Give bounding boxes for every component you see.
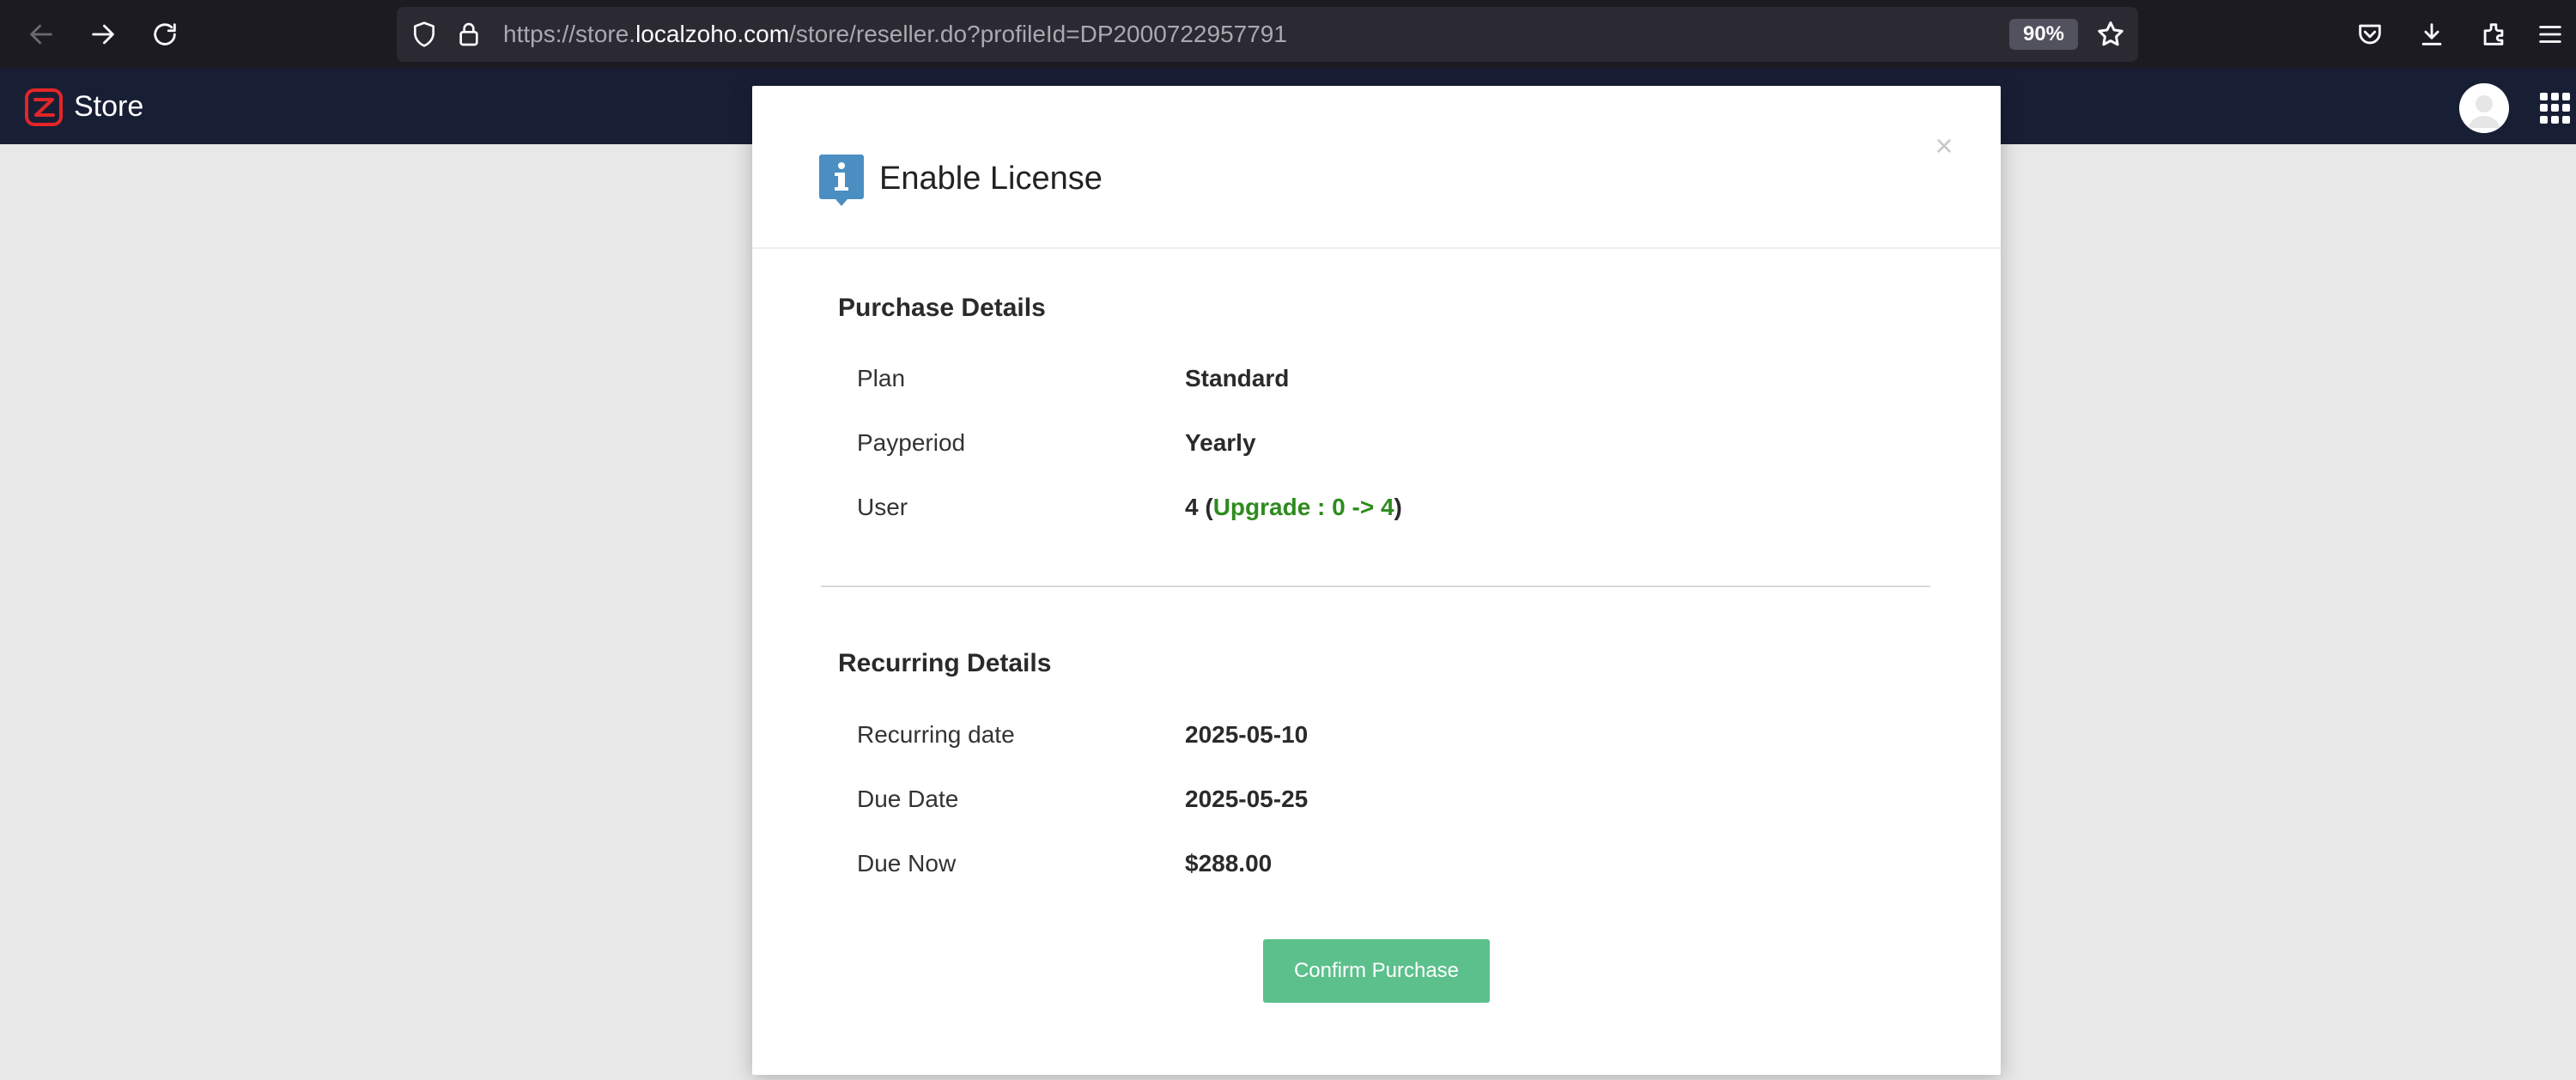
- modal-title: Enable License: [879, 161, 1103, 197]
- recurring-date-label: Recurring date: [857, 721, 1015, 748]
- due-now-value: $288.00: [1185, 850, 1273, 877]
- bookmark-star-icon[interactable]: [2095, 19, 2126, 50]
- url-path: /store/reseller.do?profileId=DP200072295…: [789, 21, 1287, 47]
- plan-value: Standard: [1185, 365, 1290, 391]
- user-paren-close: ): [1394, 494, 1402, 520]
- payperiod-label: Payperiod: [857, 429, 966, 456]
- browser-toolbar: https://store.localzoho.com/store/resell…: [0, 0, 2576, 69]
- confirm-purchase-button[interactable]: Confirm Purchase: [1263, 939, 1490, 1003]
- section-divider: [821, 586, 1930, 587]
- payperiod-value: Yearly: [1185, 429, 1256, 456]
- extensions-puzzle-icon[interactable]: [2476, 17, 2511, 52]
- url-host: localzoho.com: [635, 21, 790, 47]
- zoho-logo-icon[interactable]: [24, 88, 64, 127]
- zoom-level-badge[interactable]: 90%: [2009, 19, 2078, 50]
- enable-license-modal: Enable License × Purchase Details Plan S…: [752, 86, 2001, 1075]
- pocket-icon[interactable]: [2353, 17, 2387, 52]
- back-arrow-icon[interactable]: [24, 17, 58, 52]
- user-upgrade-text: Upgrade : 0 -> 4: [1212, 494, 1394, 520]
- user-avatar-icon: [2459, 83, 2509, 133]
- due-now-label: Due Now: [857, 850, 957, 877]
- recurring-details-title: Recurring Details: [838, 649, 1052, 677]
- plan-label: Plan: [857, 365, 906, 391]
- user-count: 4: [1185, 494, 1199, 520]
- purchase-details-title: Purchase Details: [838, 294, 1046, 322]
- user-value: 4 (Upgrade : 0 -> 4): [1185, 494, 1402, 521]
- due-date-value: 2025-05-25: [1185, 786, 1309, 812]
- recurring-date-value: 2025-05-10: [1185, 721, 1309, 748]
- download-icon[interactable]: [2415, 17, 2449, 52]
- url-text[interactable]: https://store.localzoho.com/store/resell…: [503, 7, 1287, 62]
- info-icon: [819, 155, 864, 206]
- url-bar[interactable]: https://store.localzoho.com/store/resell…: [397, 7, 2138, 62]
- hamburger-menu-icon[interactable]: [2533, 17, 2567, 52]
- user-avatar[interactable]: [2459, 83, 2509, 133]
- apps-grid-icon[interactable]: [2540, 93, 2571, 124]
- url-prefix: https://store.: [503, 21, 636, 47]
- user-label: User: [857, 494, 908, 520]
- brand-name[interactable]: Store: [74, 69, 143, 144]
- forward-arrow-icon[interactable]: [86, 17, 120, 52]
- close-button[interactable]: ×: [1929, 130, 1959, 161]
- due-date-label: Due Date: [857, 786, 959, 812]
- shield-icon[interactable]: [410, 21, 438, 48]
- reload-icon[interactable]: [148, 17, 182, 52]
- user-paren-open: (: [1198, 494, 1213, 520]
- modal-header: Enable License ×: [752, 86, 2001, 249]
- lock-icon[interactable]: [455, 21, 483, 48]
